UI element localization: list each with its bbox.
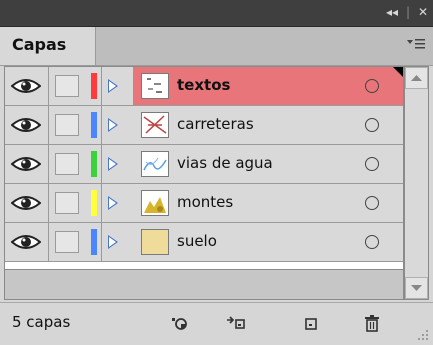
arrow-up-icon xyxy=(411,75,422,81)
target-circle-icon[interactable] xyxy=(365,157,379,171)
layers-list: textos carreteras vias de agua montes su… xyxy=(4,66,404,270)
eye-icon[interactable] xyxy=(11,154,41,174)
close-icon[interactable]: ✕ xyxy=(418,5,428,19)
expand-triangle-icon[interactable] xyxy=(108,157,118,171)
scroll-down-button[interactable] xyxy=(405,277,428,299)
layer-name[interactable]: suelo xyxy=(177,232,217,250)
eye-icon[interactable] xyxy=(11,115,41,135)
layer-thumbnail xyxy=(141,229,169,255)
layer-name[interactable]: carreteras xyxy=(177,115,254,133)
trash-icon[interactable] xyxy=(362,314,382,332)
panel-menu-icon[interactable] xyxy=(407,37,425,51)
expand-triangle-icon[interactable] xyxy=(108,235,118,249)
panel-footer: 5 capas xyxy=(0,302,433,345)
eye-icon[interactable] xyxy=(11,193,41,213)
arrow-down-icon xyxy=(411,285,422,291)
titlebar-separator: | xyxy=(406,5,411,19)
layer-name[interactable]: montes xyxy=(177,193,233,211)
layer-color-swatch xyxy=(91,229,97,255)
layer-row[interactable]: textos xyxy=(5,67,403,106)
link-toggle[interactable] xyxy=(55,114,79,136)
layer-row[interactable]: suelo xyxy=(5,223,403,262)
link-toggle[interactable] xyxy=(55,192,79,214)
column-divider xyxy=(101,106,102,144)
link-toggle[interactable] xyxy=(55,153,79,175)
target-circle-icon[interactable] xyxy=(365,118,379,132)
scroll-up-button[interactable] xyxy=(405,67,428,89)
layer-color-swatch xyxy=(91,190,97,216)
collapse-icon[interactable]: ◂◂ xyxy=(386,5,398,19)
target-circle-icon[interactable] xyxy=(365,79,379,93)
column-divider xyxy=(48,106,49,144)
vertical-scrollbar[interactable] xyxy=(404,66,429,300)
column-divider xyxy=(101,67,102,105)
new-layer-icon[interactable] xyxy=(302,314,322,332)
selected-corner-icon xyxy=(393,67,403,77)
target-circle-icon[interactable] xyxy=(365,235,379,249)
panel-tab-bar: Capas xyxy=(0,27,433,66)
expand-triangle-icon[interactable] xyxy=(108,79,118,93)
layer-thumbnail xyxy=(141,112,169,138)
eye-icon[interactable] xyxy=(11,76,41,96)
panel-titlebar: ◂◂ | ✕ xyxy=(0,0,433,27)
layer-thumbnail xyxy=(141,190,169,216)
column-divider xyxy=(48,145,49,183)
layer-color-swatch xyxy=(91,73,97,99)
target-circle-icon[interactable] xyxy=(365,196,379,210)
column-divider xyxy=(101,223,102,261)
layer-row[interactable]: vias de agua xyxy=(5,145,403,184)
layers-panel: ◂◂ | ✕ Capas textos carreteras vias de a… xyxy=(0,0,433,345)
layer-thumbnail xyxy=(141,151,169,177)
resize-grip-icon[interactable] xyxy=(417,329,429,341)
layer-row[interactable]: montes xyxy=(5,184,403,223)
layer-name[interactable]: vias de agua xyxy=(177,154,273,172)
link-toggle[interactable] xyxy=(55,231,79,253)
column-divider xyxy=(48,67,49,105)
column-divider xyxy=(48,223,49,261)
layer-thumbnail xyxy=(141,73,169,99)
selection-highlight xyxy=(133,67,403,105)
layers-list-empty-area xyxy=(4,270,404,300)
layer-name[interactable]: textos xyxy=(177,76,230,94)
new-sublayer-icon[interactable] xyxy=(226,314,246,332)
locate-object-icon[interactable] xyxy=(170,314,190,332)
column-divider xyxy=(101,145,102,183)
layer-color-swatch xyxy=(91,151,97,177)
expand-triangle-icon[interactable] xyxy=(108,118,118,132)
column-divider xyxy=(101,184,102,222)
layer-color-swatch xyxy=(91,112,97,138)
layer-count: 5 capas xyxy=(12,313,71,331)
eye-icon[interactable] xyxy=(11,232,41,252)
tab-capas[interactable]: Capas xyxy=(0,27,96,65)
layer-row[interactable]: carreteras xyxy=(5,106,403,145)
expand-triangle-icon[interactable] xyxy=(108,196,118,210)
column-divider xyxy=(48,184,49,222)
link-toggle[interactable] xyxy=(55,75,79,97)
